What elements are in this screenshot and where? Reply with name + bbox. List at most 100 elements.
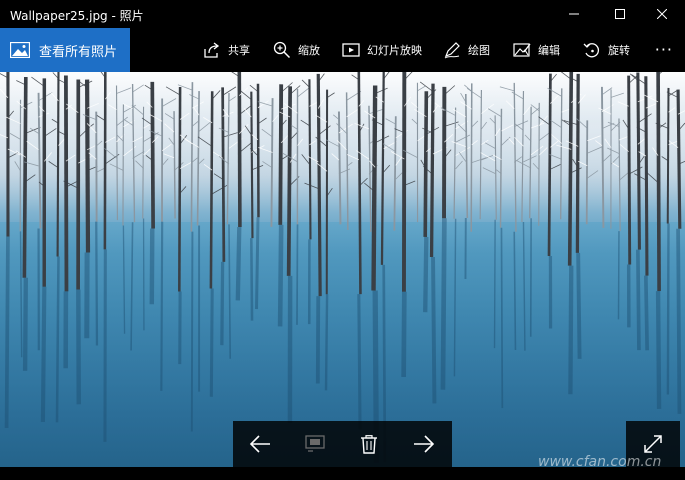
tree-reflection [636,249,641,351]
tree-trunk [644,76,649,276]
minimize-button[interactable] [551,0,597,28]
tree-reflection [190,231,194,432]
slideshow-label: 幻灯片放映 [367,44,422,57]
arrow-left-icon [249,435,270,453]
tree-trunk [429,83,435,258]
tree-reflection [296,224,299,325]
tree-trunk [423,91,429,237]
expand-icon [644,435,662,453]
share-label: 共享 [228,44,250,57]
tree-reflection [4,236,10,429]
tree-reflection [423,236,429,313]
draw-button[interactable]: 绘图 [443,28,490,72]
tree-trunk [173,111,176,219]
tree-trunk [371,85,378,291]
send-to-device-button[interactable] [288,421,342,467]
tree-trunk [547,73,552,257]
tree-reflection [676,228,682,414]
tree-reflection [149,228,155,305]
tree-reflection [431,256,437,404]
rotate-button[interactable]: 旋转 [583,28,630,72]
tree-trunk [656,72,661,292]
delete-button[interactable] [342,421,396,467]
tree-reflection [209,288,214,397]
tree-trunk [250,91,254,239]
tree-reflection [401,291,407,377]
tree-reflection [220,261,225,346]
photo-icon [10,42,30,58]
tree-reflection [440,218,447,390]
tree-reflection [55,256,60,423]
tree-reflection [160,221,164,391]
tree-reflection [643,275,650,351]
next-photo-button[interactable] [397,421,451,467]
close-button[interactable] [639,0,685,28]
tree-reflection [250,238,254,321]
previous-photo-button[interactable] [233,421,287,467]
arrow-right-icon [414,435,435,453]
tree-reflection [666,223,670,395]
app-toolbar: 查看所有照片 共享 缩放 幻灯片放映 绘图 编辑 旋转 ··· [0,28,685,72]
slideshow-button[interactable]: 幻灯片放映 [342,28,422,72]
title-bar: Wallpaper25.jpg - 照片 [0,0,685,28]
tree-reflection [357,294,362,430]
tree-reflection [500,227,504,409]
tree-trunk [190,82,194,232]
tree-trunk [150,81,155,229]
pen-icon [444,42,460,59]
tree-trunk [270,98,274,227]
zoom-button[interactable]: 缩放 [273,28,320,72]
edit-button[interactable]: 编辑 [513,28,560,72]
tree-reflection [576,252,582,359]
tree-trunk [209,91,214,289]
draw-label: 绘图 [468,44,490,57]
view-all-photos-label: 查看所有照片 [39,44,118,60]
tree-reflection [655,291,662,409]
tree-reflection [95,221,99,346]
tree-trunk [636,72,641,250]
rotate-label: 旋转 [608,44,630,57]
tree-reflection [235,226,242,301]
tree-reflection [277,224,284,327]
tree-trunk [85,79,91,253]
tree-reflection [493,219,496,349]
zoom-label: 缩放 [298,44,320,57]
tree-reflection [22,277,28,371]
trash-icon [361,434,377,454]
share-button[interactable]: 共享 [203,28,250,72]
watermark: www.cfan.com.cn [538,454,662,470]
tree-trunk [666,87,670,224]
maximize-button[interactable] [597,0,643,28]
tree-trunk [676,89,682,229]
view-all-photos-button[interactable]: 查看所有照片 [0,28,130,72]
minimize-icon [569,13,579,15]
tree-trunk [308,79,312,240]
tree-trunk [64,75,69,292]
tree-trunk [178,86,182,292]
close-icon [657,9,667,19]
tree-reflection [40,286,47,423]
photo-viewer-image[interactable] [0,72,685,467]
maximize-icon [615,9,625,19]
rotate-icon [583,43,599,58]
tree-trunk [627,75,632,265]
tree-trunk [575,73,580,253]
photo-scene [0,72,685,467]
slideshow-icon [342,43,360,57]
tree-reflection [255,217,260,310]
tree-trunk [286,86,293,276]
tree-reflection [568,265,574,395]
tree-trunk [22,77,28,278]
tree-trunk [470,83,473,232]
window-title: Wallpaper25.jpg - 照片 [10,9,144,23]
edit-photo-icon [513,43,531,57]
share-icon [204,42,220,58]
tree-reflection [324,294,329,391]
tree-trunk [585,120,589,225]
tree-trunk [278,84,284,225]
tree-trunk [499,108,503,228]
edit-label: 编辑 [538,44,560,57]
more-options-button[interactable]: ··· [655,40,673,59]
send-to-device-icon [305,435,325,452]
zoom-icon [273,41,291,59]
